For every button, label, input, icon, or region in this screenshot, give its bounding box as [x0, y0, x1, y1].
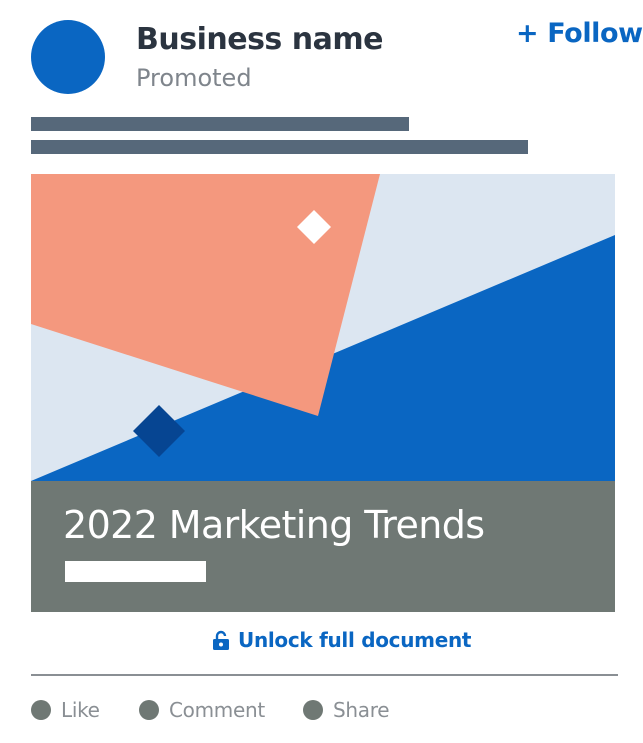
share-button[interactable]: Share [303, 698, 390, 722]
business-avatar[interactable] [31, 20, 105, 94]
comment-button[interactable]: Comment [139, 698, 265, 722]
share-icon [303, 700, 323, 720]
post-text-placeholder-line-1 [31, 117, 409, 131]
business-name[interactable]: Business name [136, 22, 383, 57]
document-title: 2022 Marketing Trends [63, 503, 485, 547]
promoted-label: Promoted [136, 64, 252, 92]
post-text-placeholder-line-2 [31, 140, 528, 154]
like-button[interactable]: Like [31, 698, 100, 722]
unlock-label: Unlock full document [238, 628, 472, 652]
document-cover-image[interactable] [31, 174, 615, 481]
document-subtitle-placeholder [65, 561, 206, 582]
share-label: Share [333, 698, 390, 722]
comment-label: Comment [169, 698, 265, 722]
like-icon [31, 700, 51, 720]
actions-divider [31, 674, 618, 676]
lock-icon [213, 630, 229, 650]
follow-button[interactable]: + Follow [516, 18, 643, 49]
unlock-document-button[interactable]: Unlock full document [212, 628, 471, 652]
like-label: Like [61, 698, 100, 722]
comment-icon [139, 700, 159, 720]
